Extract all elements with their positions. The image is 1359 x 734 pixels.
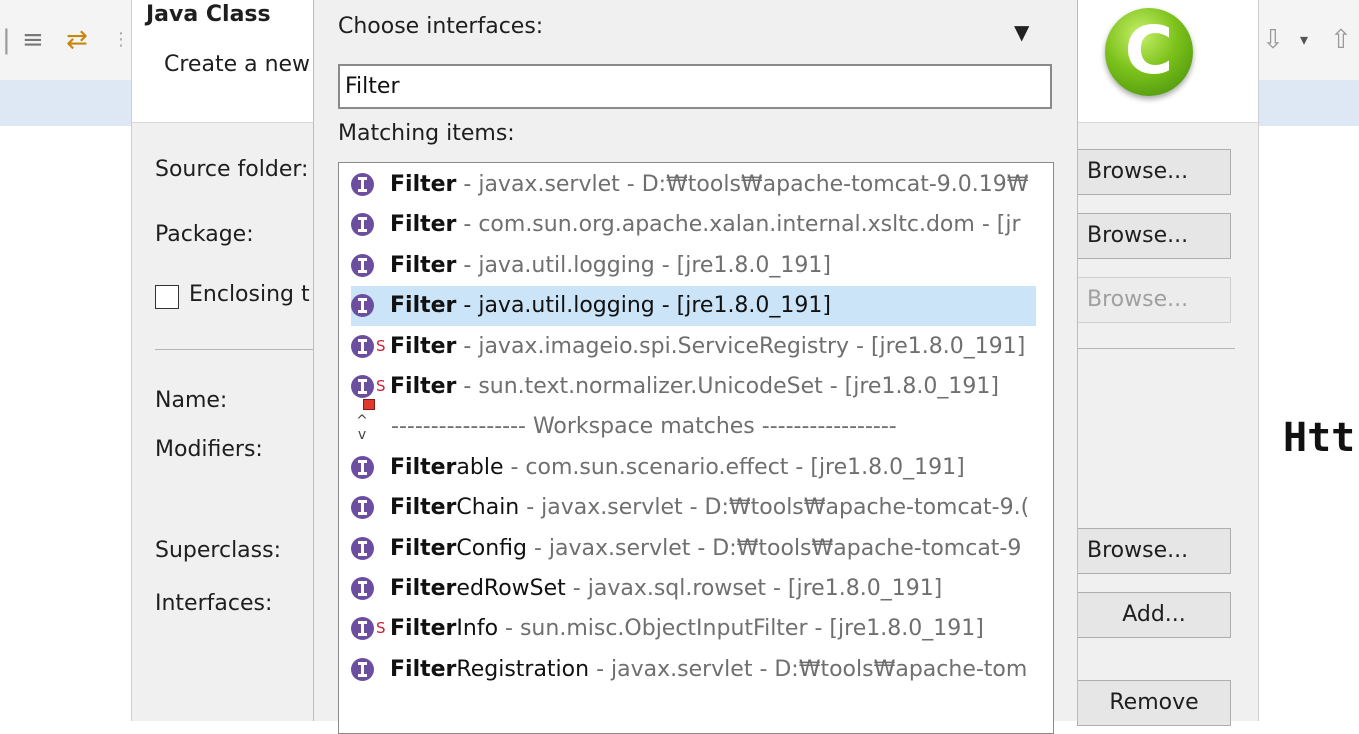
separator-label: ----------------- Workspace matches ----…	[391, 414, 897, 440]
list-item[interactable]: S FilterInfo - sun.misc.ObjectInputFilter…	[351, 609, 1047, 649]
static-interface-icon: S	[351, 334, 386, 358]
list-item[interactable]: Filter - java.util.logging - [jre1.8.0_1…	[351, 246, 1047, 286]
static-marker-icon: S	[376, 619, 386, 638]
list-item-label: Filterable - com.sun.scenario.effect - […	[390, 454, 965, 480]
list-item-label: Filter - javax.servlet - D:₩tools₩apache…	[390, 172, 1029, 197]
list-item[interactable]: FilterChain - javax.servlet - D:₩tools₩a…	[351, 488, 1047, 528]
editor-code-text: Htt	[1283, 415, 1356, 461]
source-folder-label: Source folder:	[155, 157, 309, 182]
list-item[interactable]: S Filter - sun.text.normalizer.UnicodeSet…	[351, 367, 1047, 410]
superclass-label: Superclass:	[155, 538, 281, 563]
static-marker-icon: S	[376, 336, 386, 355]
list-item-label: FilterConfig - javax.servlet - D:₩tools₩…	[390, 535, 1022, 561]
list-item[interactable]: Filter - java.util.logging - [jre1.8.0_1…	[351, 286, 1036, 327]
browse-package-button[interactable]: Browse...	[1077, 213, 1231, 259]
java-class-logo-icon: C	[1105, 8, 1193, 96]
list-item[interactable]: S Filter - javax.imageio.spi.ServiceRegis…	[351, 327, 1047, 367]
workspace-matches-separator: ^ v ----------------- Workspace matches --…	[339, 407, 1035, 447]
package-label: Package:	[155, 222, 254, 247]
format-icon[interactable]: ≡	[22, 20, 44, 60]
enclosing-type-checkbox[interactable]	[155, 285, 179, 309]
list-item[interactable]: Filterable - com.sun.scenario.effect - […	[351, 448, 1047, 488]
add-interface-button[interactable]: Add...	[1077, 592, 1231, 638]
interface-icon	[351, 455, 374, 479]
wizard-title: Java Class	[146, 2, 271, 27]
wizard-description: Create a new	[164, 52, 311, 77]
list-item[interactable]: Filter - javax.servlet - D:₩tools₩apache…	[351, 165, 1047, 205]
list-item[interactable]: FilteredRowSet - javax.sql.rowset - [jre…	[351, 569, 1047, 609]
remove-interface-button[interactable]: Remove	[1077, 680, 1231, 726]
interface-icon	[351, 577, 374, 600]
divider	[1077, 348, 1235, 349]
browse-source-folder-button[interactable]: Browse...	[1077, 149, 1231, 195]
interface-icon	[351, 536, 374, 560]
browse-enclosing-button[interactable]: Browse...	[1077, 277, 1231, 323]
interface-icon	[351, 294, 374, 318]
interface-icon	[351, 253, 374, 277]
annotation-nav-icon[interactable]: ⇄	[66, 20, 88, 60]
list-item-label: FilterChain - javax.servlet - D:₩tools₩a…	[390, 495, 1030, 521]
list-item-label: Filter - java.util.logging - [jre1.8.0_1…	[390, 252, 831, 278]
list-item-label: Filter - javax.imageio.spi.ServiceRegist…	[390, 333, 1026, 359]
toolbar-grip: ⋮	[112, 29, 130, 50]
browse-superclass-button[interactable]: Browse...	[1077, 528, 1231, 574]
filter-input[interactable]	[338, 64, 1052, 109]
list-item-label: Filter - sun.text.normalizer.UnicodeSet …	[390, 374, 999, 399]
enclosing-type-label: Enclosing t	[189, 282, 310, 307]
view-menu-dropdown-icon[interactable]: ▼	[1014, 20, 1029, 44]
interface-icon	[351, 657, 374, 681]
interface-icon	[351, 496, 374, 520]
list-item-label: FilteredRowSet - javax.sql.rowset - [jre…	[390, 576, 943, 601]
divider	[155, 349, 325, 350]
static-interface-icon: S	[351, 617, 386, 641]
list-item[interactable]: Filter - com.sun.org.apache.xalan.intern…	[351, 205, 1047, 245]
chevron-up-down-icon: ^ v	[356, 413, 368, 444]
name-label: Name:	[155, 388, 228, 413]
interface-icon	[351, 173, 374, 196]
modifiers-label: Modifiers:	[155, 437, 263, 462]
list-item-label: FilterInfo - sun.misc.ObjectInputFilter …	[390, 616, 984, 642]
list-item-label: Filter - com.sun.org.apache.xalan.intern…	[390, 212, 1021, 238]
choose-interfaces-dialog: Choose interfaces: ▼ Matching items: Fil…	[313, 0, 1078, 734]
list-item-label: FilterRegistration - javax.servlet - D:₩…	[390, 656, 1028, 682]
toolbar-separator: |	[2, 25, 11, 55]
choose-interfaces-label: Choose interfaces:	[338, 14, 544, 39]
private-static-interface-icon: S	[351, 375, 386, 410]
interfaces-label: Interfaces:	[155, 591, 273, 616]
list-item[interactable]: FilterConfig - javax.servlet - D:₩tools₩…	[351, 529, 1047, 569]
interface-icon	[351, 213, 374, 237]
static-marker-icon: S	[376, 377, 386, 395]
matching-items-list[interactable]: Filter - javax.servlet - D:₩tools₩apache…	[338, 162, 1054, 734]
list-item[interactable]: FilterRegistration - javax.servlet - D:₩…	[351, 650, 1047, 690]
list-item-label: Filter - java.util.logging - [jre1.8.0_1…	[390, 293, 831, 319]
back-nav-icon[interactable]: ⇩	[1262, 20, 1284, 60]
forward-nav-icon[interactable]: ⇧	[1330, 20, 1352, 60]
chevron-down-icon[interactable]: ▾	[1300, 20, 1308, 60]
matching-items-label: Matching items:	[338, 121, 515, 146]
